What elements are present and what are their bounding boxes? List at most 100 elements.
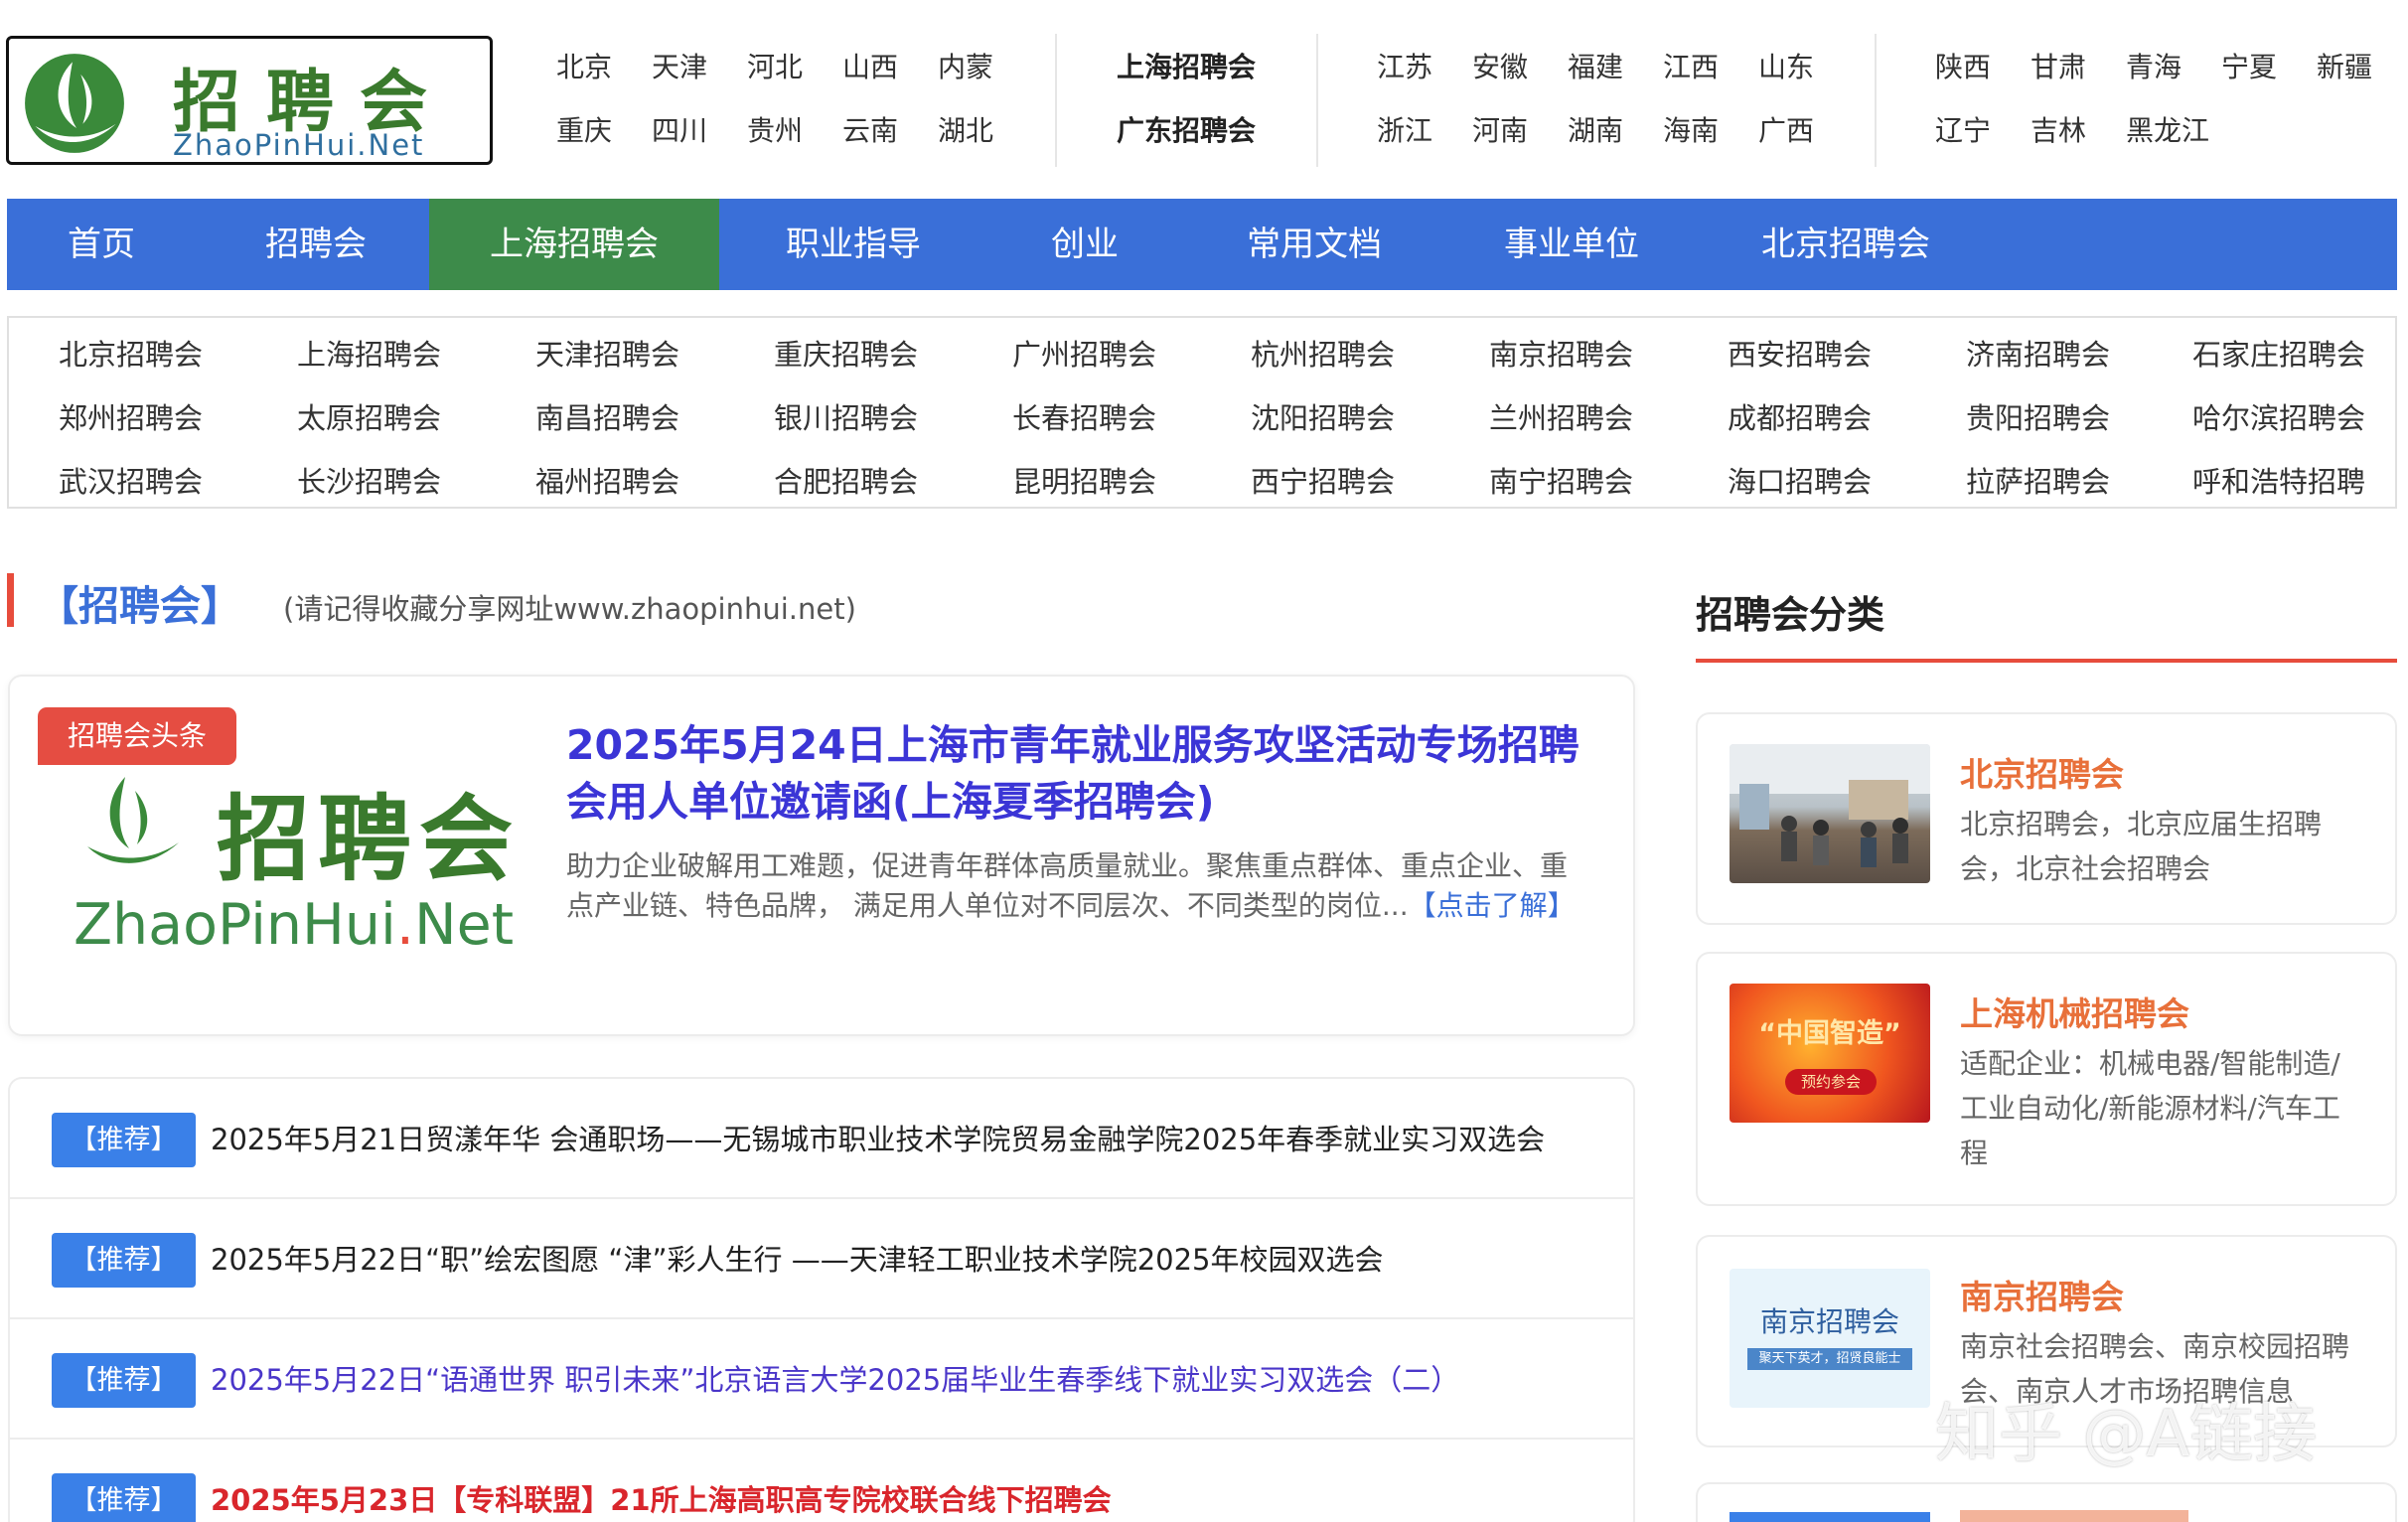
category-name[interactable]: 南京招聘会 [1960,1271,2124,1318]
list-item[interactable]: 【推荐】 2025年5月22日“语通世界 职引未来”北京语言大学2025届毕业生… [10,1319,1633,1440]
region-link[interactable]: 海南 [1663,109,1719,149]
region-link[interactable]: 黑龙江 [2126,109,2209,149]
city-link[interactable]: 郑州招聘会 [59,395,203,437]
region-link[interactable]: 河北 [747,46,803,85]
city-link[interactable]: 武汉招聘会 [59,459,203,501]
city-link[interactable]: 拉萨招聘会 [1966,459,2110,501]
region-link[interactable]: 山西 [842,46,898,85]
city-link[interactable]: 石家庄招聘会 [2192,332,2365,374]
city-link[interactable]: 上海招聘会 [297,332,441,374]
region-link[interactable]: 山东 [1758,46,1814,85]
city-link[interactable]: 贵阳招聘会 [1966,395,2110,437]
city-link[interactable]: 成都招聘会 [1728,395,1872,437]
list-item[interactable]: 【推荐】 2025年5月21日贸漾年华 会通职场——无锡城市职业技术学院贸易金融… [10,1079,1633,1199]
city-link[interactable]: 合肥招聘会 [774,459,918,501]
category-description: 适配企业：机械电器/智能制造/工业自动化/新能源材料/汽车工程 [1960,1047,2340,1169]
city-link[interactable]: 银川招聘会 [774,395,918,437]
logo-text-en: ZhaoPinHui.Net [173,128,425,162]
city-link[interactable]: 长沙招聘会 [297,459,441,501]
list-item-title[interactable]: 2025年5月22日“语通世界 职引未来”北京语言大学2025届毕业生春季线下就… [211,1357,1459,1399]
featured-logo-en-part: ZhaoPinHui [74,892,396,958]
region-link[interactable]: 安徽 [1472,46,1528,85]
category-card-beijing[interactable]: 北京招聘会 北京招聘会，北京应届生招聘会，北京社会招聘会 [1696,712,2397,925]
recommend-list: 【推荐】 2025年5月21日贸漾年华 会通职场——无锡城市职业技术学院贸易金融… [8,1077,1635,1522]
region-link-shanghai[interactable]: 上海招聘会 [1117,46,1256,85]
nav-item-job-fairs[interactable]: 招聘会 [202,199,430,290]
list-item-title[interactable]: 2025年5月21日贸漾年华 会通职场——无锡城市职业技术学院贸易金融学院202… [211,1117,1545,1158]
category-name[interactable]: 北京招聘会 [1960,748,2124,796]
region-link[interactable]: 浙江 [1377,109,1432,149]
recommend-tag: 【推荐】 [52,1113,196,1167]
poster-text: “中国智造” [1758,1018,1901,1049]
city-link[interactable]: 南京招聘会 [1489,332,1633,374]
logo-sail-icon [87,777,179,863]
region-link[interactable]: 河南 [1472,109,1528,149]
region-link[interactable]: 天津 [652,46,707,85]
region-link-guangdong[interactable]: 广东招聘会 [1117,109,1256,149]
city-link[interactable]: 兰州招聘会 [1489,395,1633,437]
region-link[interactable]: 甘肃 [2031,46,2086,85]
region-link[interactable]: 江西 [1663,46,1719,85]
list-item[interactable]: 【推荐】 2025年5月23日【专科联盟】21所上海高职高专院校联合线下招聘会 [10,1440,1633,1522]
city-link[interactable]: 昆明招聘会 [1012,459,1156,501]
region-link[interactable]: 内蒙 [938,46,993,85]
region-link[interactable]: 湖北 [938,109,993,149]
sidebar-title: 招聘会分类 [1696,593,1885,637]
nav-item-beijing-fairs[interactable]: 北京招聘会 [1697,199,1995,290]
nanjing-banner: 南京招聘会 聚天下英才，招贤良能士 [1730,1269,1930,1408]
city-link[interactable]: 沈阳招聘会 [1251,395,1395,437]
city-link[interactable]: 福州招聘会 [535,459,679,501]
region-link[interactable]: 湖南 [1568,109,1623,149]
zhihu-watermark: 知乎 @A链接 [1935,1398,2318,1471]
city-link[interactable]: 哈尔滨招聘会 [2192,395,2365,437]
region-link[interactable]: 吉林 [2031,109,2086,149]
region-link[interactable]: 云南 [842,109,898,149]
headline-badge: 招聘会头条 [38,707,236,765]
site-logo[interactable]: 招聘会 ZhaoPinHui.Net [6,36,493,165]
nav-item-startup[interactable]: 创业 [987,199,1182,290]
region-link[interactable]: 宁夏 [2221,46,2277,85]
city-link[interactable]: 重庆招聘会 [774,332,918,374]
city-link[interactable]: 南宁招聘会 [1489,459,1633,501]
nav-item-career-guidance[interactable]: 职业指导 [719,199,987,290]
city-link[interactable]: 太原招聘会 [297,395,441,437]
sidebar-title-underline [1696,659,2397,663]
region-link[interactable]: 陕西 [1935,46,1991,85]
read-more-link[interactable]: 【点击了解】 [1409,889,1576,922]
recommend-tag: 【推荐】 [52,1233,196,1288]
region-link[interactable]: 新疆 [2317,46,2372,85]
fair-photo [1730,744,1930,883]
region-link[interactable]: 江苏 [1377,46,1432,85]
region-link[interactable]: 广西 [1758,109,1814,149]
nav-item-home[interactable]: 首页 [7,199,196,290]
city-link[interactable]: 南昌招聘会 [535,395,679,437]
region-link[interactable]: 青海 [2126,46,2182,85]
region-link[interactable]: 贵州 [747,109,803,149]
list-item-title[interactable]: 2025年5月23日【专科联盟】21所上海高职高专院校联合线下招聘会 [211,1477,1112,1519]
category-card-shanghai-machinery[interactable]: “中国智造” 预约参会 上海机械招聘会 适配企业：机械电器/智能制造/工业自动化… [1696,952,2397,1206]
list-item-title[interactable]: 2025年5月22日“职”绘宏图愿 “津”彩人生行 ——天津轻工职业技术学院20… [211,1237,1384,1279]
region-link[interactable]: 辽宁 [1935,109,1991,149]
region-link[interactable]: 重庆 [556,109,612,149]
category-name[interactable]: 上海机械招聘会 [1960,988,2189,1035]
list-item[interactable]: 【推荐】 2025年5月22日“职”绘宏图愿 “津”彩人生行 ——天津轻工职业技… [10,1199,1633,1319]
city-link[interactable]: 呼和浩特招聘 [2192,459,2365,501]
city-link[interactable]: 广州招聘会 [1012,332,1156,374]
category-card-partial[interactable] [1696,1482,2397,1522]
section-note: (请记得收藏分享网址www.zhaopinhui.net) [283,592,856,626]
region-link[interactable]: 福建 [1568,46,1623,85]
region-link[interactable]: 北京 [556,46,612,85]
city-link[interactable]: 西安招聘会 [1728,332,1872,374]
city-link[interactable]: 杭州招聘会 [1251,332,1395,374]
featured-title-link[interactable]: 2025年5月24日上海市青年就业服务攻坚活动专场招聘会用人单位邀请函(上海夏季… [566,717,1609,831]
city-link[interactable]: 济南招聘会 [1966,332,2110,374]
city-link[interactable]: 天津招聘会 [535,332,679,374]
city-link[interactable]: 北京招聘会 [59,332,203,374]
city-link[interactable]: 西宁招聘会 [1251,459,1395,501]
nav-item-shanghai-fairs[interactable]: 上海招聘会 [429,199,719,290]
nav-item-public-institutions[interactable]: 事业单位 [1446,199,1697,290]
city-link[interactable]: 海口招聘会 [1728,459,1872,501]
region-link[interactable]: 四川 [652,109,707,149]
city-link[interactable]: 长春招聘会 [1012,395,1156,437]
nav-item-documents[interactable]: 常用文档 [1182,199,1446,290]
